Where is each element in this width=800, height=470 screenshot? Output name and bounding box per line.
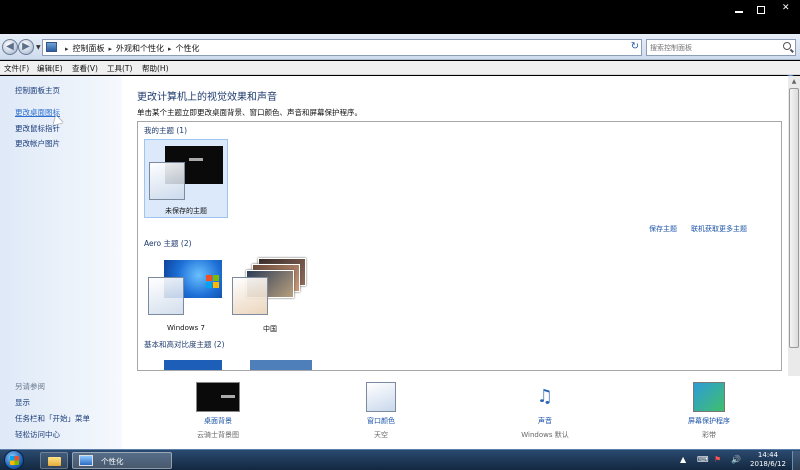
recent-pages-chevron-icon[interactable]: ▼ — [36, 44, 41, 51]
setting-label: 桌面背景 — [204, 417, 232, 425]
setting-label: 声音 — [538, 417, 552, 425]
group-basic-themes: 基本和高对比度主题 (2) — [144, 340, 225, 349]
menu-file[interactable]: 文件(F) — [4, 63, 29, 74]
window-color-icon — [366, 382, 396, 412]
windows-logo-icon — [206, 275, 220, 289]
setting-value: 彩带 — [702, 431, 716, 439]
folder-icon[interactable] — [40, 452, 68, 469]
setting-value: 云骑士背景图 — [197, 431, 239, 439]
menu-edit[interactable]: 编辑(E) — [37, 63, 63, 74]
show-desktop-button[interactable] — [792, 451, 800, 470]
theme-unsaved[interactable]: 未保存的主题 — [144, 139, 228, 218]
maximize-button[interactable] — [750, 0, 772, 20]
personalization-icon — [79, 455, 93, 466]
breadcrumb-item[interactable]: 个性化 — [176, 44, 200, 53]
flag-icon[interactable]: ⚑ — [714, 455, 721, 464]
nav-forward-icon[interactable]: ▶ — [18, 39, 34, 55]
wallpaper-icon — [196, 382, 240, 412]
setting-label: 屏幕保护程序 — [688, 417, 730, 425]
theme-wallpaper-thumbnail[interactable] — [164, 360, 222, 370]
scroll-thumb[interactable] — [789, 88, 799, 348]
see-also-ease-of-access[interactable]: 轻松访问中心 — [15, 429, 60, 440]
menu-tools[interactable]: 工具(T) — [107, 63, 132, 74]
search-box — [646, 39, 796, 56]
group-my-themes: 我的主题 (1) — [144, 126, 188, 135]
theme-color-swatch — [232, 277, 268, 315]
screensaver-icon — [693, 382, 725, 412]
screensaver-setting[interactable]: 屏幕保护程序 彩带 — [654, 382, 764, 440]
setting-label: 窗口颜色 — [367, 417, 395, 425]
breadcrumb[interactable]: ▸控制面板▸外观和个性化▸个性化 ▼ — [42, 39, 662, 57]
see-also-display[interactable]: 显示 — [15, 397, 30, 408]
page-title: 更改计算机上的视觉效果和声音 — [137, 92, 277, 103]
breadcrumb-item[interactable]: 控制面板 — [73, 44, 105, 53]
control-panel-icon — [46, 42, 57, 52]
title-bar — [0, 0, 800, 24]
setting-value: 天空 — [374, 431, 388, 439]
page-subtitle: 单击某个主题立即更改桌面背景、窗口颜色、声音和屏幕保护程序。 — [137, 108, 362, 117]
nav-back-icon[interactable]: ◀ — [2, 39, 18, 55]
theme-label: 未保存的主题 — [165, 207, 207, 215]
sound-icon: ♫ — [536, 386, 554, 407]
start-orb-icon[interactable] — [4, 450, 24, 470]
save-theme-link[interactable]: 保存主题 — [649, 224, 677, 234]
theme-color-swatch — [148, 277, 184, 315]
theme-label: Windows 7 — [167, 324, 205, 332]
breadcrumb-item[interactable]: 外观和个性化 — [116, 44, 164, 53]
see-also-heading: 另请参阅 — [15, 382, 45, 391]
theme-wallpaper-thumbnail[interactable] — [250, 360, 312, 370]
main-content: 更改计算机上的视觉效果和声音 单击某个主题立即更改桌面背景、窗口颜色、声音和屏幕… — [122, 76, 800, 449]
theme-list: 我的主题 (1) 未保存的主题 保存主题 联机获取更多主题 Aero 主题 (2… — [137, 121, 782, 371]
theme-label: 中国 — [263, 325, 277, 333]
search-icon[interactable] — [783, 42, 791, 50]
menu-bar: 文件(F) 编辑(E) 查看(V) 工具(T) 帮助(H) — [0, 61, 800, 75]
scroll-up-icon[interactable]: ▲ — [788, 76, 800, 88]
theme-color-swatch — [149, 162, 185, 200]
taskbar-window-label: 个性化 — [101, 457, 124, 466]
personalization-window: ◀ ▶ ▼ ▸控制面板▸外观和个性化▸个性化 ▼ ↻ 文件(F) 编辑(E) 查… — [0, 0, 800, 470]
volume-icon[interactable]: 🔊 — [731, 455, 741, 464]
menu-help[interactable]: 帮助(H) — [142, 63, 169, 74]
keyboard-icon[interactable]: ⌨ — [697, 455, 709, 464]
window-color-setting[interactable]: 窗口颜色 天空 — [326, 382, 436, 440]
refresh-icon[interactable]: ↻ — [628, 40, 642, 54]
sidebar-item-account-picture[interactable]: 更改帐户图片 — [15, 138, 60, 149]
scrollbar[interactable]: ▲ — [788, 76, 800, 376]
address-bar: ◀ ▶ ▼ ▸控制面板▸外观和个性化▸个性化 ▼ ↻ — [0, 34, 800, 60]
theme-settings-bar: 桌面背景 云骑士背景图 窗口颜色 天空 ♫ 声音 Windows 默认 屏幕保护… — [122, 376, 800, 449]
theme-china[interactable]: 中国 — [228, 255, 312, 334]
theme-windows7[interactable]: Windows 7 — [144, 255, 228, 334]
clock-time: 14:44 — [757, 451, 779, 459]
setting-value: Windows 默认 — [521, 431, 569, 439]
get-more-themes-link[interactable]: 联机获取更多主题 — [691, 224, 747, 234]
desktop-background-setting[interactable]: 桌面背景 云骑士背景图 — [163, 382, 273, 440]
taskbar: 个性化 ▲ ⌨ ⚑ 🔊 14:44 2018/6/12 — [0, 449, 800, 470]
system-clock[interactable]: 14:44 2018/6/12 — [748, 451, 788, 469]
taskbar-personalization-button[interactable]: 个性化 — [72, 452, 172, 469]
sidebar-item-home[interactable]: 控制面板主页 — [15, 85, 60, 96]
sidebar: 控制面板主页 更改桌面图标 更改鼠标指针 更改帐户图片 另请参阅 显示 任务栏和… — [0, 76, 122, 449]
search-input[interactable] — [650, 41, 775, 54]
sound-setting[interactable]: ♫ 声音 Windows 默认 — [490, 382, 600, 440]
tray-arrow-icon[interactable]: ▲ — [680, 455, 686, 464]
menu-view[interactable]: 查看(V) — [72, 63, 98, 74]
minimize-button[interactable] — [728, 0, 750, 20]
group-aero-themes: Aero 主题 (2) — [144, 239, 192, 248]
see-also-taskbar[interactable]: 任务栏和「开始」菜单 — [15, 413, 90, 424]
clock-date: 2018/6/12 — [750, 460, 786, 468]
close-button[interactable] — [772, 0, 800, 20]
